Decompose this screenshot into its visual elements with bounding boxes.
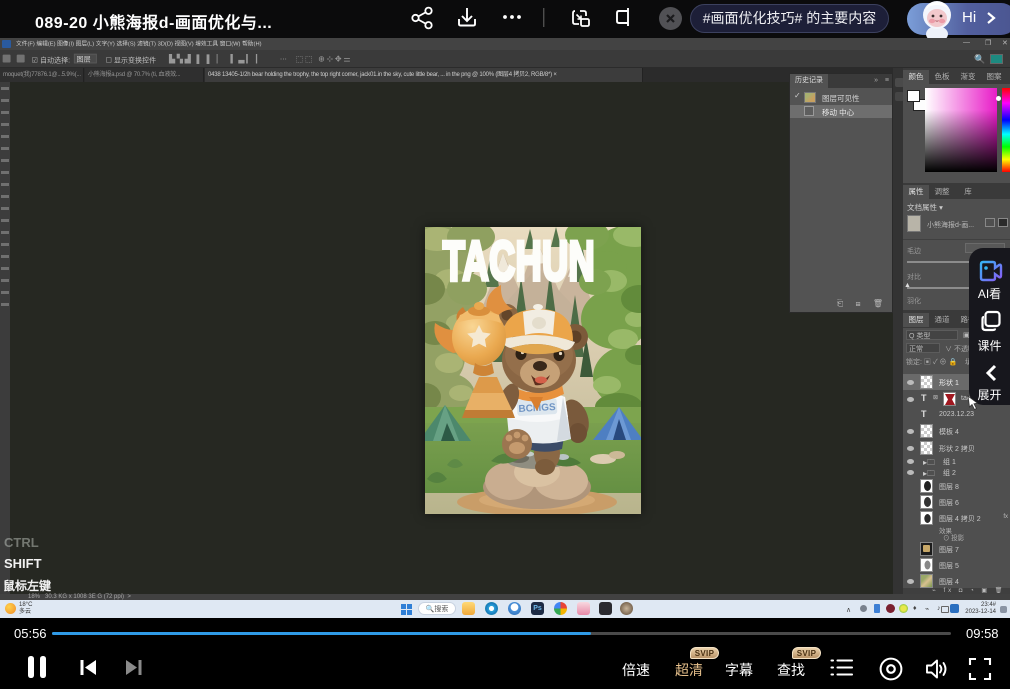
- svg-text:TACHUN: TACHUN: [443, 230, 595, 292]
